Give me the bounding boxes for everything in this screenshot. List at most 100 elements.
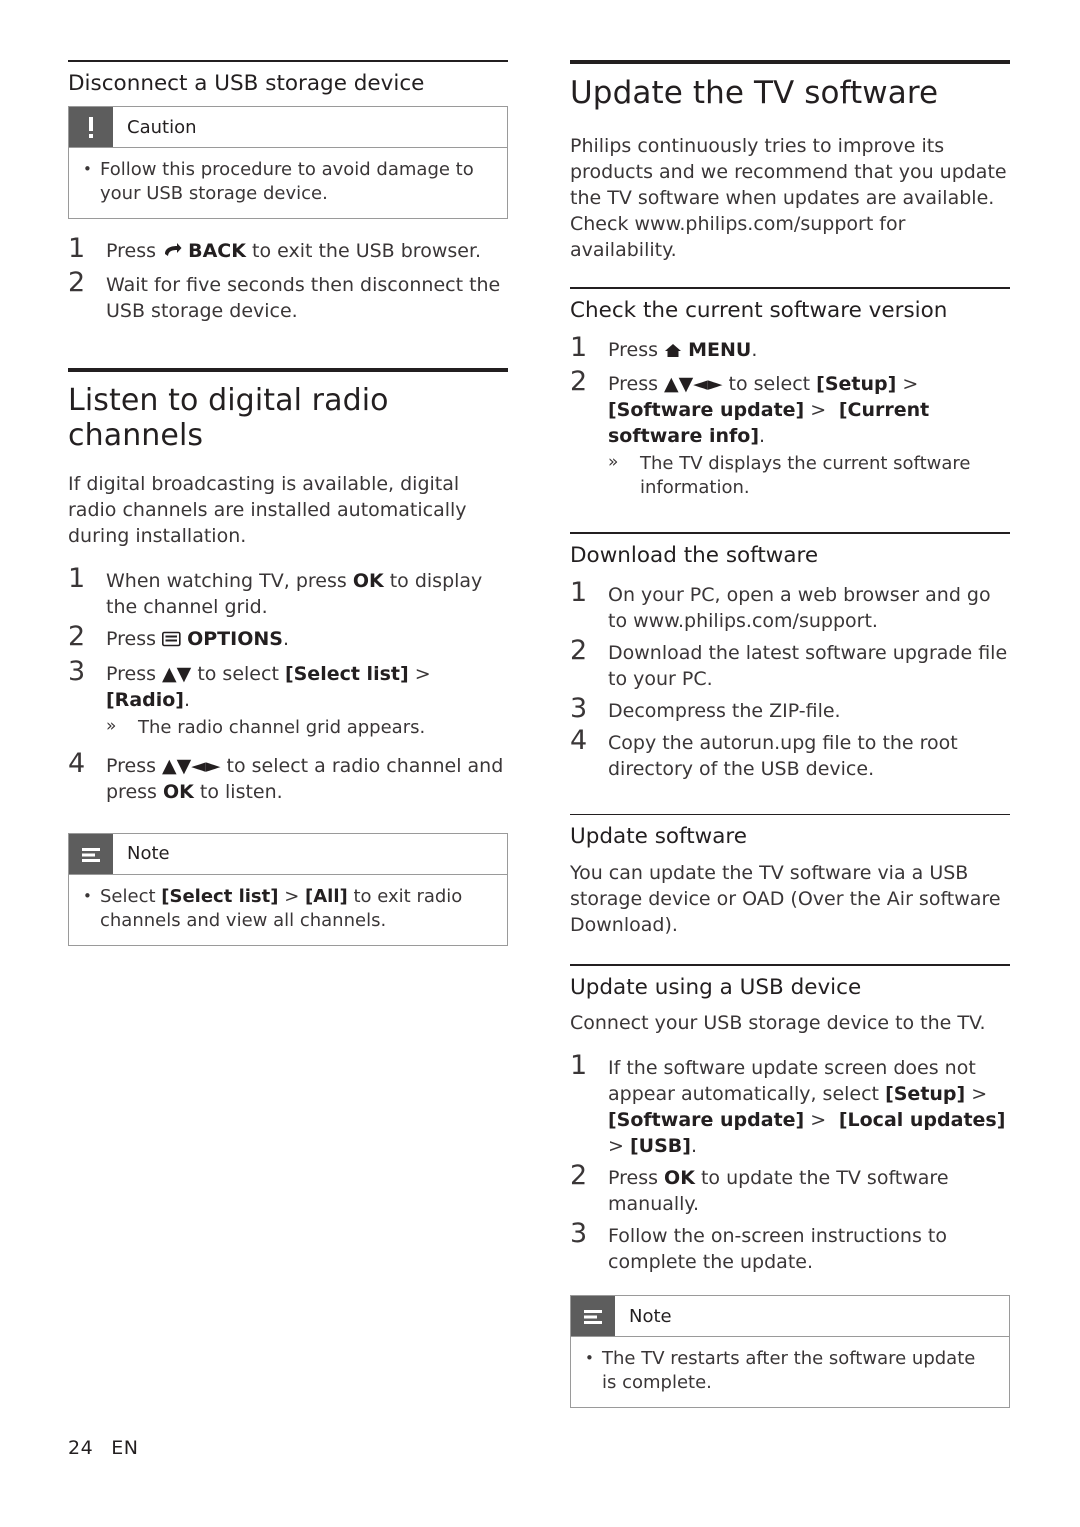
step-text: On your PC, open a web browser and go to… [608,583,991,632]
step-number: 1 [570,1050,588,1082]
step-number: 1 [68,563,86,595]
step-number: 3 [570,692,588,724]
step-subnote: » The TV displays the current software i… [608,452,1010,501]
note-box-body: • The TV restarts after the software upd… [571,1337,1009,1407]
note-bullet: • The TV restarts after the software upd… [585,1347,995,1395]
caution-box-header: Caution [69,107,507,149]
step-text: Wait for five seconds then disconnect th… [106,274,501,323]
caution-bullet: • Follow this procedure to avoid damage … [83,158,493,206]
divider [570,287,1010,289]
divider [570,964,1010,966]
note-label: Note [629,1305,672,1327]
step-text: Follow the on-screen instructions to com… [608,1225,947,1274]
step-text: When watching TV, press OK to display th… [106,570,483,619]
back-arrow-icon [162,240,182,266]
heading-update-tv-software: Update the TV software [570,75,939,111]
step-number: 3 [570,1218,588,1250]
heading-update-software: Update software [570,824,748,850]
step-item: 3 Follow the on-screen instructions to c… [570,1220,1010,1275]
note-bullet-text: Select [Select list] > [All] to exit rad… [100,885,463,931]
step-text: Press BACK to exit the USB browser. [106,235,508,266]
right-column: Update the TV software Philips continuou… [570,60,1010,1424]
left-column: Disconnect a USB storage device Caution … [68,60,508,962]
options-icon [162,628,181,654]
step-text: Press OK to update the TV software manua… [608,1167,949,1216]
caution-box: Caution • Follow this procedure to avoid… [68,106,508,220]
note-bullet: • Select [Select list] > [All] to exit r… [83,885,493,933]
step-text: Press MENU. [608,334,1010,365]
bullet-dot-icon: • [83,886,92,905]
step-text: Download the latest software upgrade fil… [608,641,1008,690]
chevron-double-right-icon: » [106,715,117,736]
step-number: 1 [68,233,86,265]
step-number: 1 [570,331,588,363]
note-box-header: Note [571,1296,1009,1338]
step-subnote: » The radio channel grid appears. [106,716,508,740]
step-item: 1 On your PC, open a web browser and go … [570,579,1010,634]
step-number: 4 [68,747,86,779]
note-box-update: Note • The TV restarts after the softwar… [570,1295,1010,1409]
bullet-dot-icon: • [83,160,92,179]
note-label: Note [127,843,170,865]
step-number: 1 [570,576,588,608]
caution-label: Caution [127,116,197,138]
check-version-steps: 1 Press MENU. 2 Press ▲▼◄► to select [Se… [570,334,1010,501]
chevron-double-right-icon: » [608,451,619,472]
heading-check-software-version: Check the current software version [570,297,948,323]
divider [570,813,1010,816]
step-item: 2 Press OPTIONS. [68,623,508,654]
manual-page: Disconnect a USB storage device Caution … [0,0,1080,1527]
step-text: Press OPTIONS. [106,623,508,654]
step-text: Press ▲▼ to select [Select list] > [Radi… [106,662,431,711]
note-icon [571,1296,615,1337]
step-text: If the software update screen does not a… [608,1057,1006,1158]
step-number: 2 [570,365,588,397]
heading-update-using-usb: Update using a USB device [570,974,862,1000]
step-number: 2 [570,1160,588,1192]
step-text: Press ▲▼◄► to select a radio channel and… [106,754,504,803]
step-item: 2 Wait for five seconds then disconnect … [68,269,508,324]
step-number: 2 [68,267,86,299]
step-item: 1 Press BACK to exit the USB browser. [68,235,508,266]
caution-icon [69,107,113,148]
step-subnote-text: The TV displays the current software inf… [640,452,971,498]
step-item: 4 Press ▲▼◄► to select a radio channel a… [68,750,508,805]
heading-disconnect-usb: Disconnect a USB storage device [68,70,425,96]
page-number: 24 [68,1437,94,1459]
divider [68,368,508,373]
divider [570,60,1010,64]
disconnect-usb-steps: 1 Press BACK to exit the USB browser. 2 … [68,235,508,324]
bullet-dot-icon: • [585,1349,594,1368]
step-item: 2 Press ▲▼◄► to select [Setup] > [Softwa… [570,368,1010,449]
note-box-body: • Select [Select list] > [All] to exit r… [69,875,507,945]
page-footer: 24 EN [68,1437,138,1459]
step-item: 3 Press ▲▼ to select [Select list] > [Ra… [68,658,508,713]
heading-download-software: Download the software [570,542,819,568]
note-icon [69,833,113,874]
step-item: 1 If the software update screen does not… [570,1052,1010,1159]
step-number: 2 [570,634,588,666]
step-number: 4 [570,724,588,756]
heading-listen-digital-radio: Listen to digital radio channels [68,383,389,454]
intro-digital-radio: If digital broadcasting is available, di… [68,473,467,548]
update-usb-steps: 1 If the software update screen does not… [570,1052,1010,1275]
digital-radio-steps: 1 When watching TV, press OK to display … [68,565,508,804]
body-update-software: You can update the TV software via a USB… [570,862,1001,937]
caution-box-body: • Follow this procedure to avoid damage … [69,148,507,218]
caution-bullet-text: Follow this procedure to avoid damage to… [100,159,474,205]
home-menu-icon [664,339,682,365]
step-text: Press ▲▼◄► to select [Setup] > [Software… [608,372,930,447]
step-item: 2 Download the latest software upgrade f… [570,637,1010,692]
step-text: Copy the autorun.upg file to the root di… [608,731,958,780]
step-item: 1 When watching TV, press OK to display … [68,565,508,620]
step-item: 3 Decompress the ZIP-file. [570,695,1010,724]
step-item: 1 Press MENU. [570,334,1010,365]
download-software-steps: 1 On your PC, open a web browser and go … [570,579,1010,782]
note-bullet-text: The TV restarts after the software updat… [602,1348,976,1394]
step-item: 4 Copy the autorun.upg file to the root … [570,727,1010,782]
note-box-radio: Note • Select [Select list] > [All] to e… [68,832,508,946]
intro-update-usb: Connect your USB storage device to the T… [570,1012,986,1035]
divider [570,532,1010,534]
divider [68,60,508,62]
step-text: Decompress the ZIP-file. [608,699,841,722]
